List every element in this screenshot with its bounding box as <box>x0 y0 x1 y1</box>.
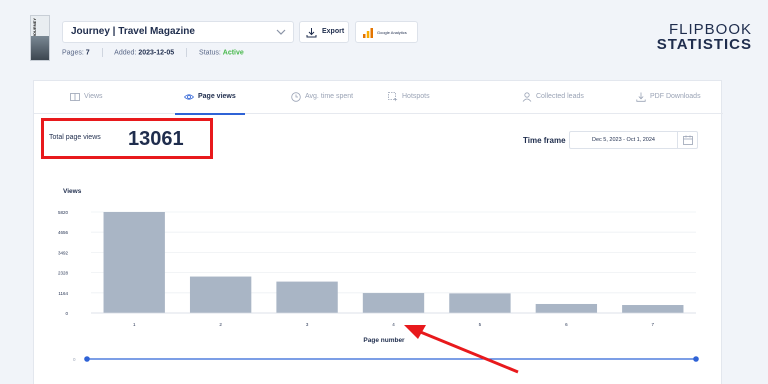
y-tick-label: 1164 <box>58 291 68 296</box>
x-tick-label: 2 <box>219 322 222 327</box>
x-axis-title: Page number <box>363 337 405 344</box>
tab-collected-leads[interactable]: Collected leads <box>506 81 604 114</box>
cursor-icon <box>388 92 398 102</box>
page-views-bar-chart: Views 0 1164 2328 3492 4656 5820 1 2 3 4 5 6 7 Page nu… <box>58 188 699 362</box>
x-tick-label: 3 <box>306 322 309 327</box>
google-analytics-button[interactable]: Google Analytics <box>355 21 418 43</box>
clock-icon <box>291 92 301 102</box>
cover-title: JOURNEY <box>32 18 37 38</box>
bar-page-6 <box>535 303 598 313</box>
tab-pdf-downloads[interactable]: PDF Downloads <box>622 81 720 114</box>
calendar-button[interactable] <box>677 132 697 148</box>
status-label: Status: <box>199 49 221 57</box>
status-badge: Active <box>222 49 244 57</box>
flipbook-cover-thumbnail[interactable]: JOURNEY <box>30 15 50 61</box>
time-frame-picker[interactable]: Dec 5, 2023 - Oct 1, 2024 <box>569 131 698 149</box>
bar-page-5 <box>449 293 511 313</box>
y-axis-title: Views <box>63 188 82 195</box>
publication-meta: Pages: 7 Added: 2023-12-05 Status: Activ… <box>62 48 244 57</box>
y-tick-label: 4656 <box>58 230 69 235</box>
added-label: Added: <box>114 49 137 57</box>
x-tick-label: 6 <box>565 322 568 327</box>
y-tick-label: 2328 <box>58 271 69 276</box>
x-tick-label: 7 <box>652 322 655 327</box>
export-button[interactable]: Export <box>299 21 349 43</box>
chevron-down-icon <box>276 29 286 35</box>
tab-bar: Views Page views Avg. time spent Hotspot… <box>34 81 723 115</box>
total-page-views-label: Total page views <box>49 134 101 141</box>
user-icon <box>522 92 532 102</box>
x-tick-label: 4 <box>392 322 395 327</box>
publication-title: Journey | Travel Magazine <box>71 26 195 37</box>
export-label: Export <box>322 28 345 35</box>
publication-select[interactable]: Journey | Travel Magazine <box>62 21 294 43</box>
x-tick-label: 5 <box>479 322 482 327</box>
added-value: 2023-12-05 <box>138 49 175 57</box>
range-slider-end-handle[interactable] <box>693 356 699 362</box>
pages-label: Pages: <box>62 49 84 57</box>
bar-page-7 <box>622 305 684 313</box>
google-analytics-icon <box>363 28 373 38</box>
tab-views[interactable]: Views <box>34 81 132 114</box>
bar-page-3 <box>276 281 338 313</box>
y-tick-label: 0 <box>65 311 68 316</box>
tab-hotspots[interactable]: Hotspots <box>372 81 470 114</box>
x-tick-label: 1 <box>133 322 136 327</box>
time-frame-value: Dec 5, 2023 - Oct 1, 2024 <box>592 137 655 143</box>
range-slider-start-handle[interactable] <box>84 356 90 362</box>
bar-page-2 <box>189 276 252 313</box>
eye-icon <box>184 94 194 100</box>
range-slider-label: 0 <box>73 357 76 362</box>
brand-logo: FLIPBOOK STATISTICS <box>656 21 752 53</box>
tab-avg-time-spent[interactable]: Avg. time spent <box>274 81 372 114</box>
download-icon <box>636 92 646 102</box>
download-icon <box>306 28 317 38</box>
tab-page-views[interactable]: Page views <box>161 81 259 115</box>
bar-page-1 <box>103 212 165 313</box>
statistics-card: Views Page views Avg. time spent Hotspot… <box>33 80 723 384</box>
time-frame-label: Time frame <box>523 136 566 145</box>
bar-page-4 <box>362 293 425 313</box>
book-icon <box>70 93 80 101</box>
header: JOURNEY Journey | Travel Magazine Export… <box>0 0 768 80</box>
calendar-icon <box>683 135 693 145</box>
total-page-views-value: 13061 <box>128 128 184 150</box>
y-tick-label: 3492 <box>58 250 69 255</box>
pages-value: 7 <box>85 49 90 57</box>
y-tick-label: 5820 <box>58 210 69 215</box>
google-analytics-label: Google Analytics <box>377 30 407 35</box>
